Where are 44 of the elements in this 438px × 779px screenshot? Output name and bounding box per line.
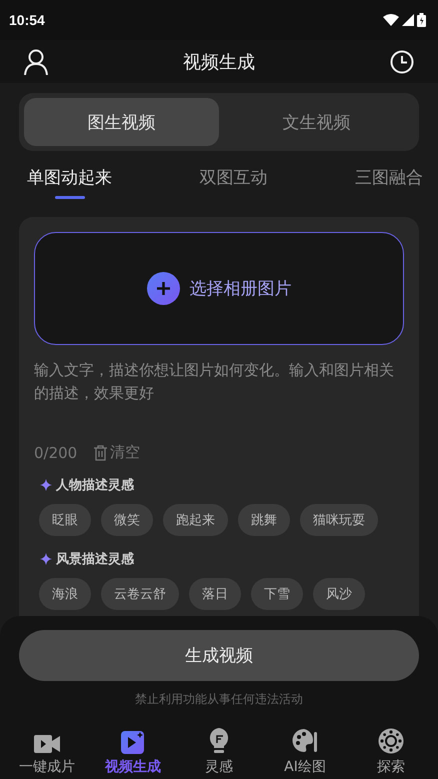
section-title: 风景描述灵感 <box>56 551 134 568</box>
sub-tab[interactable]: 三图融合 <box>355 151 423 203</box>
nav-tab[interactable]: 灵感 <box>176 720 262 776</box>
user-icon[interactable] <box>24 48 48 74</box>
wifi-icon <box>383 14 399 26</box>
history-icon[interactable] <box>390 50 414 74</box>
mode-tab[interactable]: 文生视频 <box>219 98 414 146</box>
suggestion-chip[interactable]: 跳舞 <box>238 504 290 536</box>
suggestion-chip[interactable]: 微笑 <box>101 504 153 536</box>
select-photo-button[interactable]: 选择相册图片 <box>34 232 404 345</box>
camera-icon <box>34 734 60 754</box>
sub-tab[interactable]: 双图互动 <box>200 151 268 203</box>
nav-tab[interactable]: 视频生成 <box>90 720 176 776</box>
play-icon <box>121 730 145 754</box>
suggestion-chip[interactable]: 眨眼 <box>39 504 91 536</box>
page-title: 视频生成 <box>183 50 255 74</box>
plus-icon <box>146 272 180 305</box>
suggestion-chip[interactable]: 跑起来 <box>163 504 228 536</box>
section-title: 人物描述灵感 <box>56 477 134 494</box>
suggestion-chip[interactable]: 云卷云舒 <box>101 578 179 610</box>
sparkle-icon <box>40 479 52 491</box>
suggestion-chip[interactable]: 猫咪玩耍 <box>300 504 378 536</box>
status-time: 10:54 <box>9 12 45 28</box>
char-counter: 0/200 <box>34 444 78 462</box>
disclaimer: 禁止利用功能从事任何违法活动 <box>134 691 304 708</box>
prompt-field[interactable]: 输入文字，描述你想让图片如何变化。输入和图片相关的描述，效果更好 <box>34 359 404 439</box>
generate-button[interactable]: 生成视频 <box>19 630 419 681</box>
signal-icon <box>402 14 414 26</box>
sparkle-icon <box>40 553 52 565</box>
sub-tab[interactable]: 单图动起来 <box>27 151 112 203</box>
battery-icon <box>417 13 426 27</box>
palette-icon <box>292 728 318 754</box>
nav-tab[interactable]: AI绘图 <box>262 720 348 776</box>
trash-icon <box>93 444 108 460</box>
suggestion-chip[interactable]: 下雪 <box>251 578 303 610</box>
mode-tab[interactable]: 图生视频 <box>24 98 219 146</box>
clear-button[interactable]: 清空 <box>93 443 140 462</box>
nav-tab[interactable]: 探索 <box>348 720 434 776</box>
bulb-icon <box>209 728 229 754</box>
suggestion-chip[interactable]: 风沙 <box>313 578 365 610</box>
film-reel-icon <box>378 728 404 754</box>
nav-tab[interactable]: 一键成片 <box>4 720 90 776</box>
suggestion-chip[interactable]: 海浪 <box>39 578 91 610</box>
suggestion-chip[interactable]: 落日 <box>189 578 241 610</box>
